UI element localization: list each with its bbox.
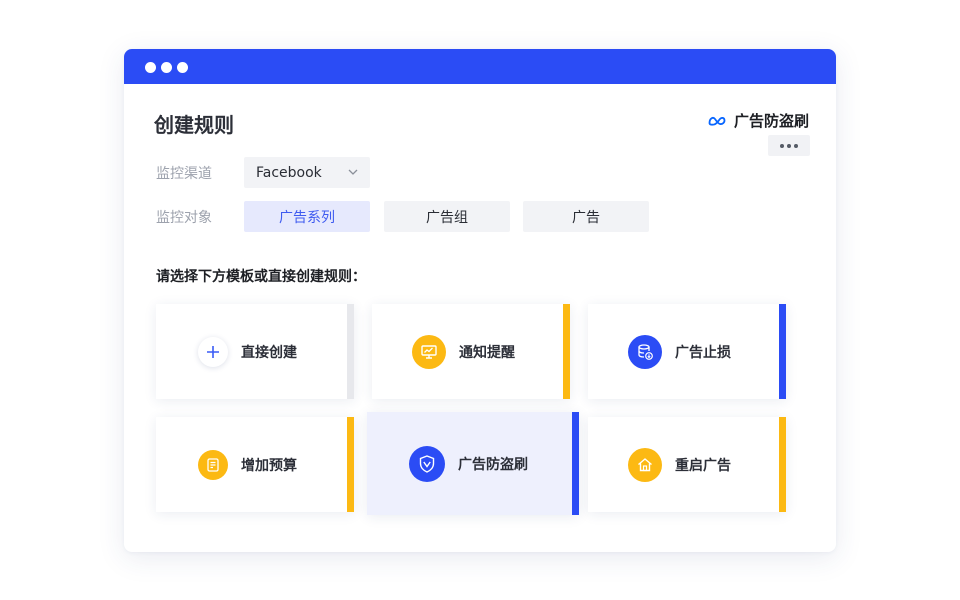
more-dot bbox=[794, 143, 798, 148]
window-dot-1[interactable] bbox=[145, 62, 156, 73]
template-card-label: 广告止损 bbox=[675, 344, 731, 361]
template-card-label: 重启广告 bbox=[675, 457, 731, 474]
template-card-restart-ad[interactable]: 重启广告 bbox=[588, 417, 786, 512]
page-title: 创建规则 bbox=[154, 113, 234, 137]
rule-window: 创建规则 广告防盗刷 监控渠道 Facebook 监控对象 广告系列 广告组 广… bbox=[124, 49, 836, 552]
template-card-label: 直接创建 bbox=[241, 344, 297, 361]
template-card-notification[interactable]: 通知提醒 bbox=[372, 304, 570, 399]
plus-icon bbox=[198, 336, 228, 367]
template-card-stop-loss[interactable]: 广告止损 bbox=[588, 304, 786, 399]
shield-icon bbox=[409, 445, 445, 482]
channel-select[interactable]: Facebook bbox=[244, 157, 370, 188]
card-accent-bar bbox=[563, 304, 570, 399]
template-card-anti-fraud[interactable]: 广告防盗刷 bbox=[367, 412, 579, 515]
channel-select-value: Facebook bbox=[256, 164, 322, 181]
monitor-chart-icon bbox=[412, 334, 446, 369]
brand: 广告防盗刷 bbox=[708, 110, 809, 131]
template-card-label: 广告防盗刷 bbox=[458, 456, 528, 473]
card-accent-bar bbox=[779, 304, 786, 399]
target-label: 监控对象 bbox=[156, 210, 212, 226]
target-option-adset[interactable]: 广告组 bbox=[384, 201, 510, 232]
card-accent-bar bbox=[779, 417, 786, 512]
title-bar bbox=[124, 49, 836, 84]
brand-text: 广告防盗刷 bbox=[733, 112, 809, 130]
card-accent-bar bbox=[347, 304, 354, 399]
more-dot bbox=[780, 143, 784, 148]
template-card-label: 通知提醒 bbox=[459, 344, 515, 361]
channel-label: 监控渠道 bbox=[156, 166, 212, 182]
section-title: 请选择下方模板或直接创建规则： bbox=[156, 269, 366, 285]
target-option-ad[interactable]: 广告 bbox=[523, 201, 649, 232]
target-option-campaign[interactable]: 广告系列 bbox=[244, 201, 370, 232]
template-card-increase-budget[interactable]: 增加预算 bbox=[156, 417, 354, 512]
window-dot-2[interactable] bbox=[161, 62, 172, 73]
window-dot-3[interactable] bbox=[177, 62, 188, 73]
more-button[interactable] bbox=[768, 135, 810, 156]
template-card-direct-create[interactable]: 直接创建 bbox=[156, 304, 354, 399]
template-card-label: 增加预算 bbox=[241, 457, 297, 474]
document-edit-icon bbox=[198, 449, 228, 480]
chevron-down-icon bbox=[348, 169, 358, 175]
meta-logo-icon bbox=[708, 116, 726, 126]
more-dot bbox=[787, 143, 791, 148]
database-download-icon bbox=[628, 334, 662, 369]
home-icon bbox=[628, 447, 662, 482]
card-accent-bar bbox=[347, 417, 354, 512]
card-accent-bar bbox=[572, 412, 579, 515]
